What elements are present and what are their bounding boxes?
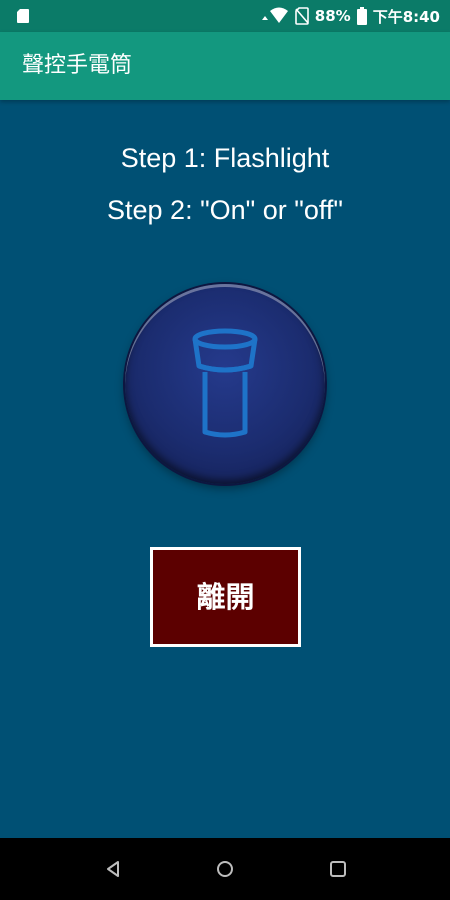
step-1-text: Step 1: Flashlight [120, 143, 330, 173]
back-icon[interactable] [102, 858, 124, 880]
flashlight-icon [192, 328, 258, 438]
exit-button[interactable]: 離開 [150, 547, 301, 647]
recent-apps-icon[interactable] [327, 858, 349, 880]
battery-icon [356, 7, 367, 25]
clock: 下午8:40 [372, 7, 440, 26]
home-icon[interactable] [214, 858, 236, 880]
wifi-icon [261, 7, 288, 23]
status-icons: 88% 下午8:40 [259, 0, 440, 32]
battery-percent: 88% [314, 7, 351, 25]
nav-bar [0, 838, 450, 900]
step-2-text: Step 2: "On" or "off" [107, 195, 343, 225]
flashlight-button[interactable] [125, 284, 325, 484]
no-sim-icon [294, 7, 309, 25]
app-bar: 聲控手電筒 [0, 32, 450, 100]
app-title: 聲控手電筒 [22, 53, 133, 78]
status-bar: 88% 下午8:40 [0, 0, 450, 32]
sd-card-icon [17, 9, 29, 23]
